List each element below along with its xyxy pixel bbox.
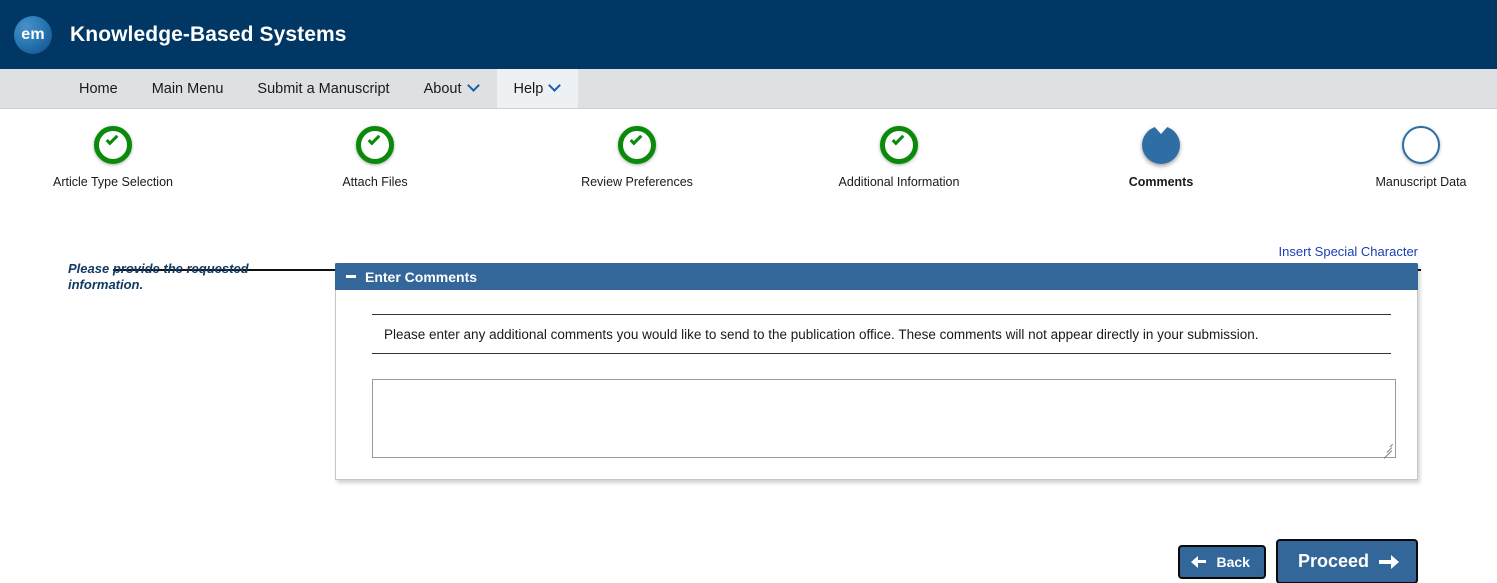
instruction-text: Please enter any additional comments you… <box>384 327 1259 342</box>
nav-item-label: Submit a Manuscript <box>257 80 390 97</box>
step-label: Additional Information <box>838 175 960 189</box>
step-comments[interactable]: Comments <box>1086 122 1236 189</box>
step-pending-icon <box>1402 126 1440 164</box>
nav-item-label: About <box>423 80 462 97</box>
enter-comments-panel: Enter Comments Please enter any addition… <box>335 263 1418 480</box>
nav-item-main-menu[interactable]: Main Menu <box>135 69 241 108</box>
instruction-box: Please enter any additional comments you… <box>372 314 1391 354</box>
step-complete-icon <box>356 126 394 164</box>
main-navigation: Home Main Menu Submit a Manuscript About… <box>0 69 1497 109</box>
panel-title: Enter Comments <box>365 268 478 285</box>
comments-textarea[interactable] <box>372 379 1396 458</box>
insert-special-character-link[interactable]: Insert Special Character <box>1279 244 1418 259</box>
page-title: Knowledge-Based Systems <box>70 22 347 46</box>
form-actions: Back Proceed <box>1178 539 1418 583</box>
step-complete-icon <box>880 126 918 164</box>
step-label: Attach Files <box>342 175 408 189</box>
step-label: Manuscript Data <box>1375 175 1467 189</box>
site-header: em Knowledge-Based Systems <box>0 0 1497 69</box>
nav-item-help[interactable]: Help <box>496 69 579 108</box>
proceed-button-label: Proceed <box>1297 551 1369 571</box>
nav-item-submit-a-manuscript[interactable]: Submit a Manuscript <box>240 69 406 108</box>
back-button[interactable]: Back <box>1178 544 1266 579</box>
minus-icon[interactable] <box>346 275 356 278</box>
step-label: Review Preferences <box>581 175 693 189</box>
arrow-right-icon <box>1379 554 1399 569</box>
nav-item-label: Help <box>513 80 544 97</box>
step-article-type-selection[interactable]: Article Type Selection <box>38 122 188 189</box>
comments-field-wrapper <box>372 379 1396 459</box>
step-attach-files[interactable]: Attach Files <box>300 122 450 189</box>
step-current-arrow-down-icon <box>1142 125 1180 164</box>
arrow-left-icon <box>1191 555 1207 568</box>
step-complete-icon <box>94 126 132 164</box>
submission-progress-stepper: Article Type Selection Attach Files Revi… <box>0 122 1497 271</box>
panel-body: Please enter any additional comments you… <box>336 290 1417 479</box>
step-complete-icon <box>618 126 656 164</box>
step-review-preferences[interactable]: Review Preferences <box>562 122 712 189</box>
chevron-down-icon <box>550 81 561 92</box>
nav-item-label: Home <box>79 80 118 97</box>
proceed-button[interactable]: Proceed <box>1275 539 1418 583</box>
instruction-note: Please provide the requested information… <box>68 261 249 292</box>
back-button-label: Back <box>1216 553 1250 570</box>
nav-item-label: Main Menu <box>151 80 224 97</box>
em-logo[interactable]: em <box>14 15 52 54</box>
step-label: Article Type Selection <box>53 175 173 189</box>
nav-item-home[interactable]: Home <box>62 69 135 108</box>
step-label: Comments <box>1128 175 1194 189</box>
step-manuscript-data[interactable]: Manuscript Data <box>1346 122 1496 189</box>
nav-item-about[interactable]: About <box>407 69 497 108</box>
chevron-down-icon <box>469 81 480 92</box>
step-additional-information[interactable]: Additional Information <box>824 122 974 189</box>
panel-header[interactable]: Enter Comments <box>335 263 1418 290</box>
